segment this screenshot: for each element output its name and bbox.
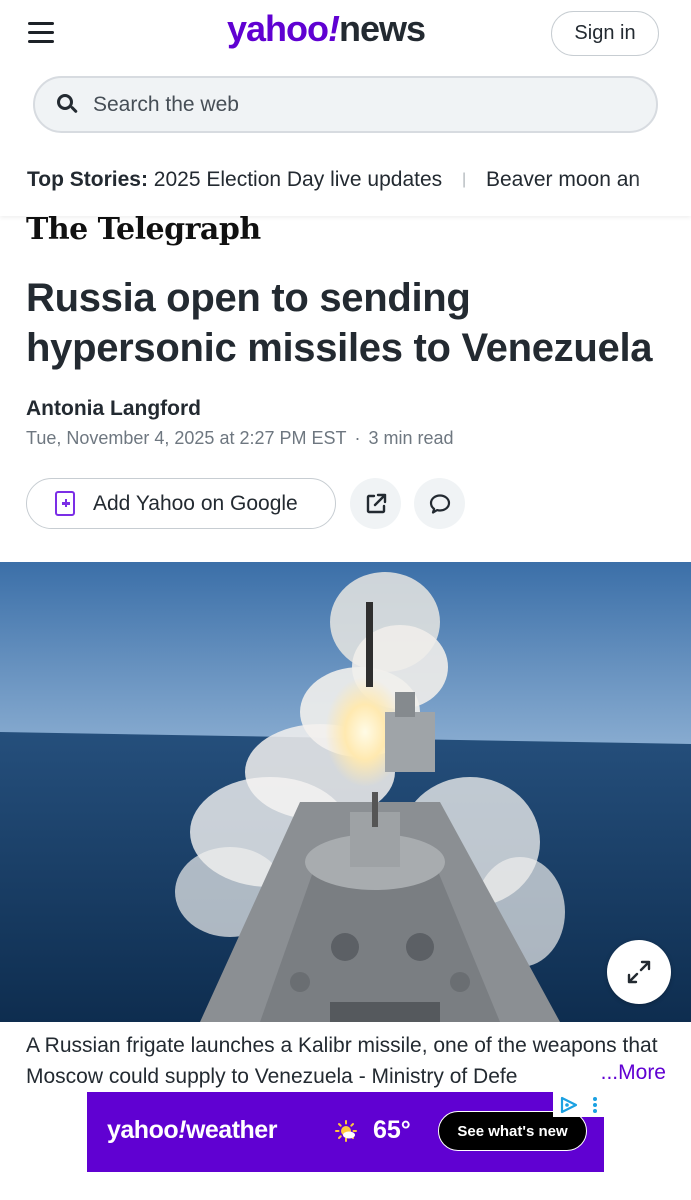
publisher-logo[interactable]: The Telegraph — [26, 212, 261, 247]
share-icon — [366, 493, 386, 513]
yahoo-news-logo[interactable]: yahoo!news — [227, 8, 426, 50]
expand-image-button[interactable] — [607, 940, 671, 1004]
search-icon — [57, 93, 79, 116]
top-stories-label: Top Stories: — [27, 168, 148, 191]
ticker-divider: | — [462, 171, 467, 188]
image-caption: A Russian frigate launches a Kalibr miss… — [26, 1030, 666, 1088]
read-time: 3 min read — [368, 428, 454, 448]
publish-date: Tue, November 4, 2025 at 2:27 PM EST — [26, 428, 347, 448]
ad-logo-bang: ! — [178, 1116, 186, 1144]
ad-temperature: 65° — [373, 1116, 411, 1144]
add-yahoo-on-google-button[interactable]: Add Yahoo on Google — [26, 478, 336, 529]
meta-separator: · — [354, 428, 361, 448]
ad-logo-text: yahoo — [107, 1116, 179, 1144]
top-story-link[interactable]: 2025 Election Day live updates — [154, 168, 442, 191]
adchoices-triangle-icon — [561, 1096, 578, 1113]
comment-icon — [429, 493, 450, 514]
site-header: yahoo!news Sign in Top Stories: 2025 Ele… — [0, 0, 691, 216]
see-whats-new-button[interactable]: See what's new — [438, 1111, 587, 1151]
adchoices-icon[interactable] — [553, 1092, 604, 1117]
sun-icon — [335, 1120, 357, 1142]
menu-icon[interactable] — [28, 22, 56, 46]
article-headline: Russia open to sending hypersonic missil… — [26, 276, 653, 370]
add-google-label: Add Yahoo on Google — [93, 491, 298, 515]
share-button[interactable] — [350, 478, 401, 529]
search-input[interactable] — [93, 92, 613, 117]
top-stories-ticker: Top Stories: 2025 Election Day live upda… — [27, 168, 691, 198]
article-meta: Tue, November 4, 2025 at 2:27 PM EST · 3 m… — [26, 428, 454, 449]
caption-text: A Russian frigate launches a Kalibr miss… — [26, 1034, 658, 1088]
frigate-missile-launch-image — [0, 562, 691, 1022]
add-document-icon — [55, 491, 75, 516]
caption-more-link[interactable]: ...More — [598, 1057, 666, 1088]
top-story-link[interactable]: Beaver moon an — [486, 168, 640, 191]
yahoo-weather-ad[interactable]: yahoo!weather 65° See what's new — [87, 1092, 604, 1172]
comment-button[interactable] — [414, 478, 465, 529]
search-bar[interactable] — [33, 76, 658, 133]
author-name[interactable]: Antonia Langford — [26, 397, 201, 421]
logo-section: news — [339, 8, 426, 49]
more-options-icon — [592, 1096, 597, 1113]
expand-icon — [627, 960, 651, 984]
sign-in-button[interactable]: Sign in — [551, 11, 659, 56]
logo-bang: ! — [328, 8, 340, 49]
ticker-fade — [631, 168, 691, 198]
article-image[interactable] — [0, 562, 691, 1022]
logo-text: yahoo — [227, 8, 329, 49]
ad-logo-section: weather — [185, 1116, 277, 1144]
yahoo-weather-logo: yahoo!weather — [107, 1116, 277, 1145]
